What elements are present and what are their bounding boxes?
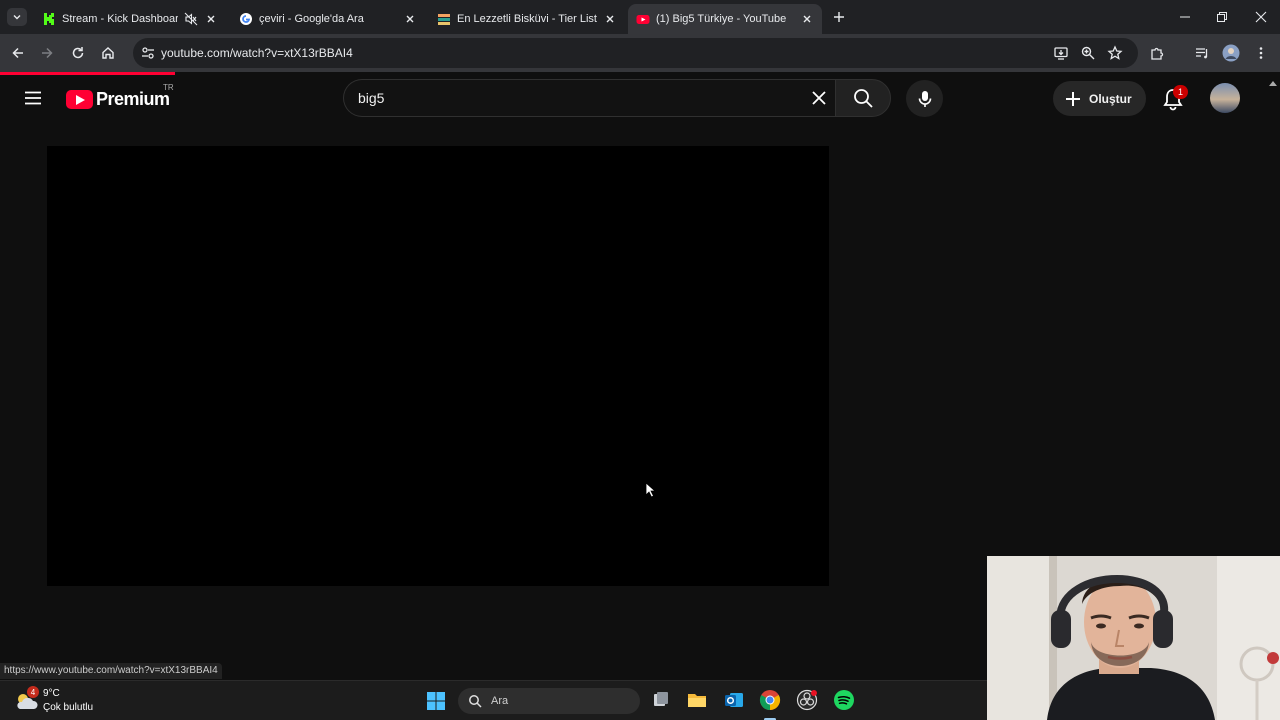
kick-icon [42, 12, 56, 26]
link-status-url: https://www.youtube.com/watch?v=xtX13rBB… [0, 663, 222, 679]
notification-count-badge: 1 [1173, 85, 1188, 99]
mouse-cursor-icon [645, 482, 657, 498]
task-view-icon[interactable] [650, 689, 672, 711]
temperature[interactable]: 9°C [43, 688, 60, 699]
profile-avatar[interactable] [1222, 44, 1240, 62]
back-arrow-icon[interactable] [9, 44, 27, 62]
file-explorer-icon[interactable] [686, 689, 708, 711]
windows-start-icon[interactable] [426, 691, 446, 711]
google-icon [239, 12, 253, 26]
search-input[interactable]: big5 [343, 79, 835, 117]
webcam-overlay [987, 556, 1280, 720]
outlook-icon[interactable] [723, 689, 745, 711]
bookmark-star-icon[interactable] [1106, 44, 1124, 62]
extensions-icon[interactable] [1148, 44, 1166, 62]
home-icon[interactable] [99, 44, 117, 62]
close-icon[interactable] [800, 12, 814, 26]
window-close-icon[interactable] [1253, 9, 1269, 25]
clear-search-icon[interactable] [809, 88, 829, 108]
close-icon[interactable] [603, 12, 617, 26]
plus-icon [1066, 91, 1080, 106]
weather-condition[interactable]: Çok bulutlu [43, 702, 93, 713]
scroll-up-arrow-icon[interactable] [1268, 75, 1278, 86]
create-button[interactable]: Oluştur [1053, 81, 1146, 116]
tab-title: çeviri - Google'da Ara [259, 13, 364, 25]
tab-title: Stream - Kick Dashboard [62, 13, 178, 25]
tab-title: En Lezzetli Bisküvi - Tier List, Ko [457, 13, 597, 25]
media-controls-icon[interactable] [1193, 44, 1211, 62]
taskbar-search[interactable]: Ara [458, 688, 640, 714]
obs-icon[interactable] [796, 689, 818, 711]
tab-tier-list[interactable]: En Lezzetli Bisküvi - Tier List, Ko [429, 4, 625, 34]
tab-kick-dashboard[interactable]: Stream - Kick Dashboard [34, 4, 226, 34]
close-icon[interactable] [403, 12, 417, 26]
new-tab-plus-icon[interactable] [831, 9, 847, 25]
search-icon [469, 695, 482, 708]
tierlist-icon [437, 12, 451, 26]
youtube-premium-logo[interactable]: Premium TR [66, 83, 174, 110]
tab-title: (1) Big5 Türkiye - YouTube [656, 13, 787, 25]
chrome-icon[interactable] [759, 689, 781, 711]
forward-arrow-icon[interactable] [38, 44, 56, 62]
weather-alert-badge: 4 [27, 686, 39, 698]
youtube-play-icon [66, 90, 93, 109]
voice-search-button[interactable] [906, 80, 943, 117]
youtube-icon [636, 12, 650, 26]
browser-toolbar: youtube.com/watch?v=xtX13rBBAI4 [0, 34, 1280, 72]
install-app-icon[interactable] [1052, 44, 1070, 62]
tab-strip: Stream - Kick Dashboard çeviri - Google'… [0, 0, 1280, 34]
tab-youtube-big5[interactable]: (1) Big5 Türkiye - YouTube [628, 4, 822, 34]
address-bar[interactable]: youtube.com/watch?v=xtX13rBBAI4 [133, 38, 1138, 68]
minimize-icon[interactable] [1177, 9, 1193, 25]
restore-icon[interactable] [1214, 9, 1230, 25]
tab-search-button[interactable] [7, 8, 27, 26]
close-icon[interactable] [204, 12, 218, 26]
logo-text: Premium [96, 89, 170, 109]
search-query[interactable]: big5 [358, 90, 384, 106]
taskbar-search-placeholder: Ara [491, 695, 509, 707]
tab-google-search[interactable]: çeviri - Google'da Ara [231, 4, 425, 34]
microphone-icon [918, 90, 931, 107]
search-button[interactable] [835, 79, 891, 117]
search-icon [854, 89, 873, 108]
zoom-icon[interactable] [1079, 44, 1097, 62]
account-avatar[interactable] [1210, 83, 1240, 113]
spotify-icon[interactable] [833, 689, 855, 711]
screen: Stream - Kick Dashboard çeviri - Google'… [0, 0, 1280, 720]
reload-icon[interactable] [69, 44, 87, 62]
muted-speaker-icon[interactable] [184, 12, 198, 26]
youtube-header: Premium TR big5 Oluştur 1 [0, 75, 1280, 123]
create-label: Oluştur [1089, 91, 1132, 106]
hamburger-menu-icon[interactable] [22, 87, 44, 109]
more-menu-icon[interactable] [1252, 44, 1270, 62]
country-code: TR [163, 83, 174, 92]
chevron-down-icon [13, 15, 21, 20]
url-text[interactable]: youtube.com/watch?v=xtX13rBBAI4 [161, 46, 353, 60]
video-player[interactable] [47, 146, 829, 586]
site-settings-icon[interactable] [140, 45, 156, 61]
